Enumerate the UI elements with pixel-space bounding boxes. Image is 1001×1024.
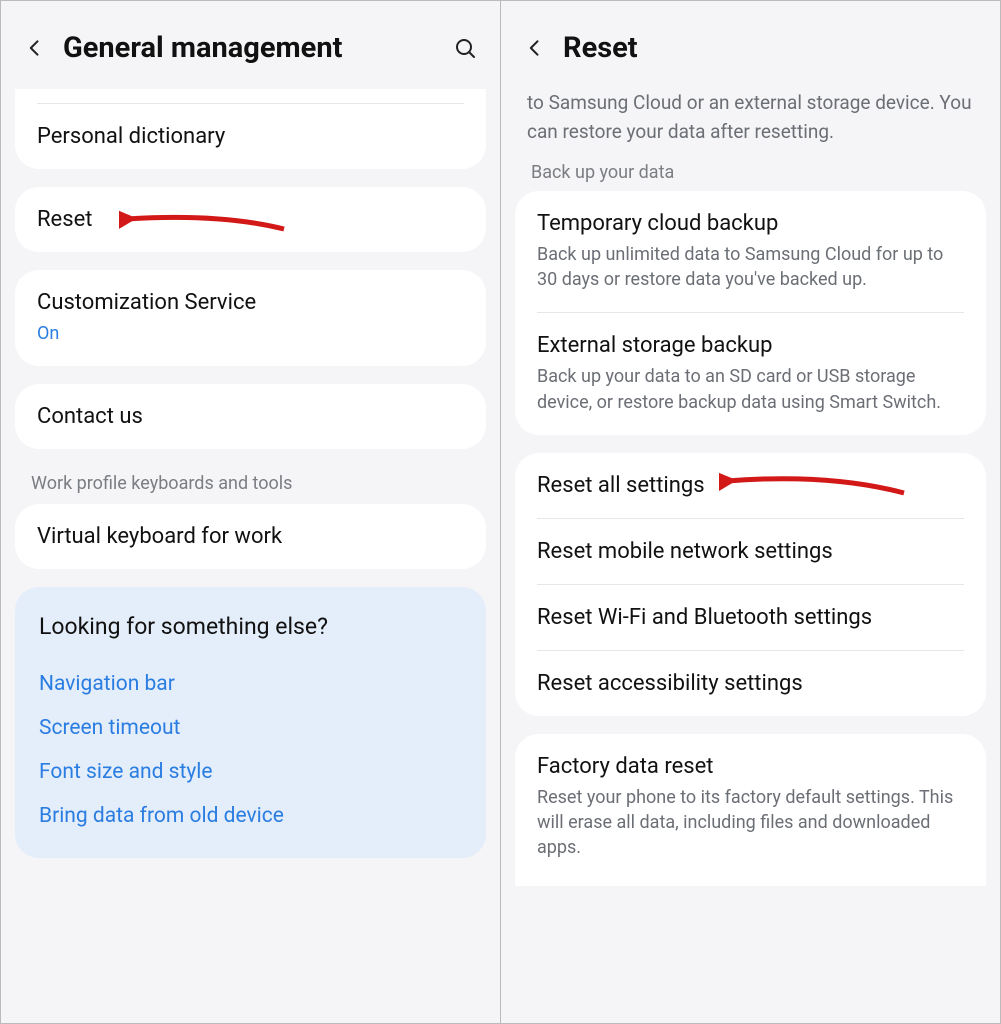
item-label: Reset accessibility settings <box>537 671 964 696</box>
item-customization-service[interactable]: Customization Service On <box>15 270 486 366</box>
item-label: External storage backup <box>537 333 964 358</box>
item-label: Customization Service <box>37 290 464 315</box>
card-customization: Customization Service On <box>15 270 486 366</box>
item-label: Contact us <box>37 404 464 429</box>
item-reset-wifi-bluetooth[interactable]: Reset Wi-Fi and Bluetooth settings <box>515 585 986 650</box>
card-factory-reset: Factory data reset Reset your phone to i… <box>515 734 986 887</box>
link-bring-data[interactable]: Bring data from old device <box>39 794 462 838</box>
item-label: Reset Wi-Fi and Bluetooth settings <box>537 605 964 630</box>
link-screen-timeout[interactable]: Screen timeout <box>39 706 462 750</box>
general-management-screen: General management Personal dictionary R… <box>1 1 501 1023</box>
search-button[interactable] <box>450 33 480 63</box>
looking-for-heading: Looking for something else? <box>39 613 462 640</box>
item-virtual-keyboard[interactable]: Virtual keyboard for work <box>15 504 486 569</box>
item-reset-accessibility[interactable]: Reset accessibility settings <box>515 651 986 716</box>
item-label: Factory data reset <box>537 754 964 779</box>
item-factory-data-reset[interactable]: Factory data reset Reset your phone to i… <box>515 734 986 887</box>
item-reset-all-settings[interactable]: Reset all settings <box>515 453 986 518</box>
link-navigation-bar[interactable]: Navigation bar <box>39 662 462 706</box>
item-status: On <box>37 321 464 346</box>
item-label: Reset all settings <box>537 473 964 498</box>
item-label: Virtual keyboard for work <box>37 524 464 549</box>
item-label: Personal dictionary <box>37 124 464 149</box>
section-backup: Back up your data <box>501 160 1000 193</box>
item-temp-cloud-backup[interactable]: Temporary cloud backup Back up unlimited… <box>515 191 986 312</box>
card-contact: Contact us <box>15 384 486 449</box>
item-description: Back up your data to an SD card or USB s… <box>537 364 964 414</box>
item-reset-mobile-network[interactable]: Reset mobile network settings <box>515 519 986 584</box>
card-dictionary: Personal dictionary <box>15 89 486 169</box>
link-font-size-style[interactable]: Font size and style <box>39 750 462 794</box>
item-description: Back up unlimited data to Samsung Cloud … <box>537 242 964 292</box>
item-description: Reset your phone to its factory default … <box>537 785 964 861</box>
card-reset: Reset <box>15 187 486 252</box>
item-label: Temporary cloud backup <box>537 211 964 236</box>
page-title: Reset <box>563 31 980 65</box>
item-reset[interactable]: Reset <box>15 187 486 252</box>
looking-for-card: Looking for something else? Navigation b… <box>15 587 486 858</box>
item-external-storage-backup[interactable]: External storage backup Back up your dat… <box>515 313 986 434</box>
item-contact-us[interactable]: Contact us <box>15 384 486 449</box>
item-label: Reset mobile network settings <box>537 539 964 564</box>
item-personal-dictionary[interactable]: Personal dictionary <box>15 104 486 169</box>
header: Reset <box>501 1 1000 89</box>
header: General management <box>1 1 500 89</box>
back-button[interactable] <box>521 34 549 62</box>
card-virtual-keyboard: Virtual keyboard for work <box>15 504 486 569</box>
reset-screen: Reset to Samsung Cloud or an external st… <box>501 1 1000 1023</box>
card-backup: Temporary cloud backup Back up unlimited… <box>515 191 986 435</box>
intro-text: to Samsung Cloud or an external storage … <box>501 89 1000 160</box>
back-button[interactable] <box>21 34 49 62</box>
page-title: General management <box>63 31 436 65</box>
section-work-profile: Work profile keyboards and tools <box>1 467 500 508</box>
card-reset-options: Reset all settings Reset mobile network … <box>515 453 986 716</box>
item-label: Reset <box>37 207 464 232</box>
